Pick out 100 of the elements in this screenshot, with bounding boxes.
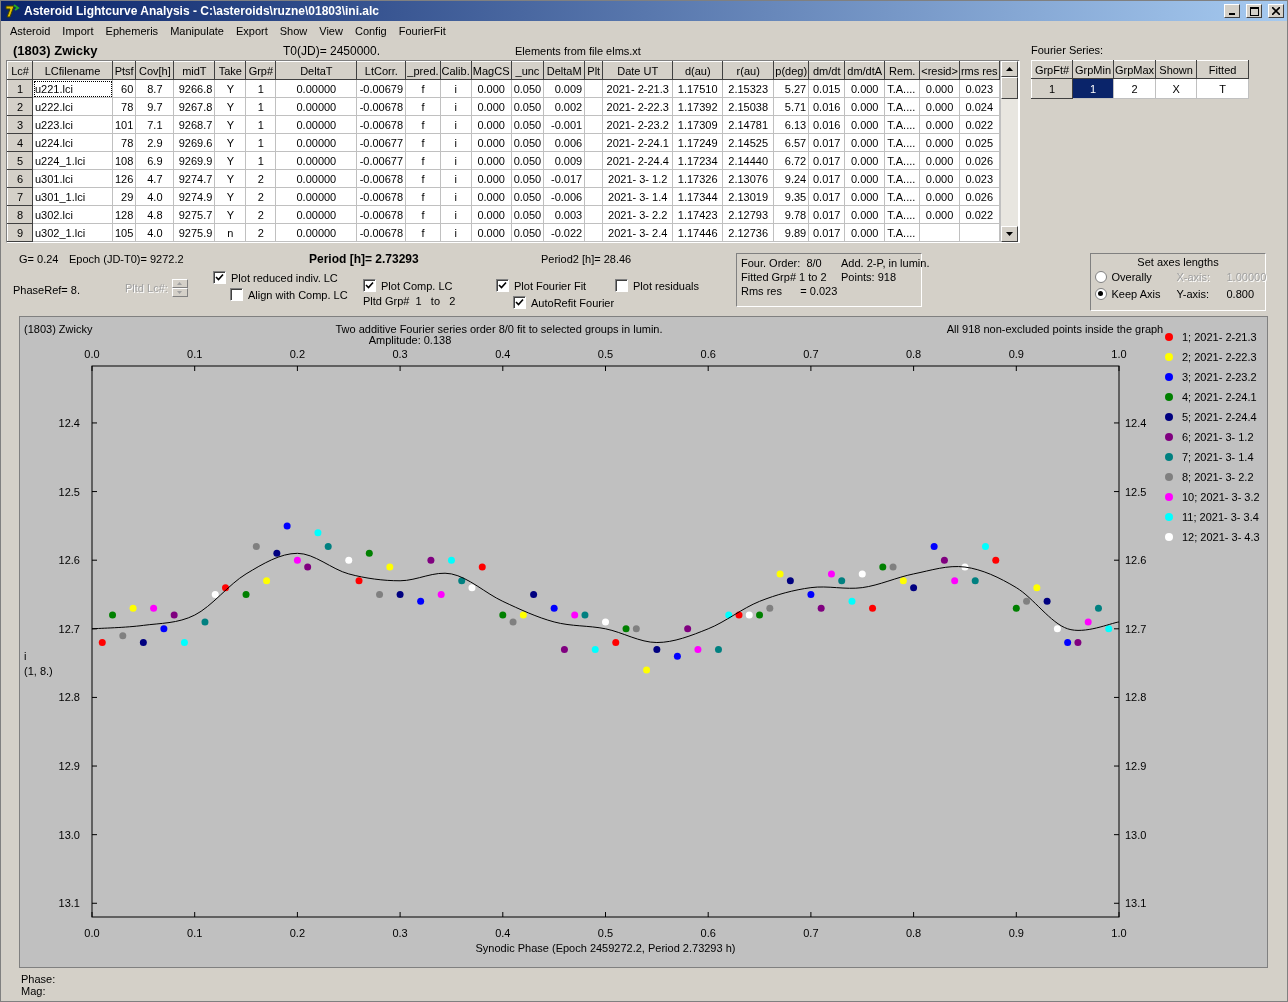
menu-item[interactable]: FourierFit	[392, 25, 452, 37]
menu-item[interactable]: View	[313, 25, 349, 37]
table-cell[interactable]: X	[1155, 78, 1197, 99]
table-cell	[959, 223, 1000, 242]
x-tick-label: 1.0	[1111, 348, 1127, 360]
radio-button[interactable]	[1094, 270, 1107, 283]
point	[211, 591, 219, 598]
column-header[interactable]: MagCS	[471, 61, 512, 80]
point	[119, 632, 127, 640]
table-cell: Y	[214, 169, 246, 188]
checkbox[interactable]: Align with Comp. LC	[230, 287, 348, 302]
column-header[interactable]: rms res	[959, 61, 1000, 80]
minimize-button[interactable]	[1224, 4, 1240, 18]
column-header[interactable]: GrpMin	[1072, 60, 1114, 79]
table-cell: 0.000	[919, 79, 960, 98]
scroll-thumb[interactable]	[1000, 77, 1018, 99]
point	[1033, 584, 1041, 592]
x-tick-label: 0.4	[495, 348, 511, 360]
point	[530, 591, 538, 598]
table-cell: 0.00000	[275, 97, 357, 116]
column-header[interactable]: _unc	[511, 61, 544, 80]
t0-text: T0(JD)= 2450000.	[283, 43, 382, 58]
table-cell: 2.14440	[722, 151, 774, 170]
maximize-button[interactable]	[1246, 4, 1262, 18]
column-header[interactable]: Grp#	[245, 61, 276, 80]
table-cell: 0.009	[543, 79, 585, 98]
column-header[interactable]: <resid>	[919, 61, 960, 80]
table-cell: 8.7	[135, 79, 174, 98]
column-header[interactable]: dm/dt	[808, 61, 845, 80]
table-cell: 0.022	[959, 115, 1000, 134]
table-cell	[584, 187, 603, 206]
column-header[interactable]: _pred.	[405, 61, 441, 80]
menu-item[interactable]: Manipulate	[164, 25, 230, 37]
column-header[interactable]: Lc#	[7, 61, 33, 80]
column-header[interactable]: GrpMax	[1113, 60, 1156, 79]
menu-item[interactable]: Asteroid	[4, 25, 57, 37]
column-header[interactable]: GrpFt#	[1031, 60, 1073, 79]
menu-item[interactable]: Ephemeris	[99, 25, 165, 37]
menu-item[interactable]: Config	[348, 25, 393, 37]
table-cell: 0.000	[919, 169, 960, 188]
table-cell: -0.00678	[356, 205, 406, 224]
column-header[interactable]: Rem.	[884, 61, 920, 80]
table-cell: T.A....	[884, 79, 920, 98]
menu-item[interactable]: Show	[273, 25, 314, 37]
checkbox[interactable]: Plot reduced indiv. LC	[213, 270, 363, 285]
table-cell: 2	[245, 169, 276, 188]
checkbox[interactable]: Plot residuals	[615, 278, 725, 293]
table-cell: 4.0	[135, 223, 174, 242]
checkbox[interactable]: Plot Comp. LC	[363, 278, 453, 293]
table-cell[interactable]: 2	[1113, 78, 1156, 99]
table-cell: 6.13	[773, 115, 809, 134]
table-cell: i	[440, 169, 472, 188]
row-header[interactable]: 1	[1031, 78, 1073, 99]
table-cell: Y	[214, 205, 246, 224]
column-header[interactable]: Ptsf	[112, 61, 136, 80]
column-header[interactable]: Date UT	[602, 61, 673, 80]
spinner[interactable]	[171, 279, 188, 297]
table-cell: Y	[214, 187, 246, 206]
table-cell: 0.017	[808, 151, 845, 170]
y-tick-label: 12.5	[58, 485, 80, 498]
table-cell: 0.000	[471, 187, 512, 206]
table-cell[interactable]: T	[1196, 78, 1249, 99]
table-cell: -0.00679	[356, 79, 406, 98]
table-cell: 1.17326	[672, 169, 723, 188]
checkbox[interactable]: Plot Fourier Fit	[496, 278, 615, 293]
column-header[interactable]: d(au)	[672, 61, 723, 80]
radio-label: Keep Axis	[1111, 287, 1161, 300]
table-cell: 0.050	[511, 115, 544, 134]
table-cell: 2.15323	[722, 79, 774, 98]
column-header[interactable]: dm/dtA	[844, 61, 885, 80]
table-cell: 0.022	[959, 205, 1000, 224]
column-header[interactable]: LtCorr.	[356, 61, 406, 80]
column-header[interactable]: DeltaT	[275, 61, 357, 80]
menu-item[interactable]: Export	[229, 25, 274, 37]
x-tick-label: 0.4	[495, 927, 511, 939]
column-header[interactable]: DeltaM	[543, 61, 585, 80]
checkbox[interactable]: AutoRefit Fourier	[513, 295, 615, 310]
table-cell: f	[405, 187, 441, 206]
close-button[interactable]	[1268, 4, 1284, 18]
axis-note: (1, 8.)	[24, 665, 53, 677]
column-header[interactable]: Cov[h]	[135, 61, 174, 80]
table-cell: 0.000	[844, 169, 885, 188]
menu-item[interactable]: Import	[56, 25, 100, 37]
table-cell: u301_1.lci	[32, 187, 113, 206]
column-header[interactable]: Take	[214, 61, 246, 80]
column-header[interactable]: midT	[173, 61, 215, 80]
table-cell: 6.72	[773, 151, 809, 170]
radio-button[interactable]	[1094, 287, 1107, 300]
table-cell: i	[440, 187, 472, 206]
column-header[interactable]: r(au)	[722, 61, 774, 80]
point	[714, 645, 722, 653]
column-header[interactable]: p(deg)	[773, 61, 809, 80]
column-header[interactable]: Calib.	[440, 61, 472, 80]
column-header[interactable]: Shown	[1155, 60, 1197, 79]
column-header[interactable]: Fitted	[1196, 60, 1249, 79]
table-cell: -0.00678	[356, 169, 406, 188]
point	[643, 666, 651, 674]
point	[930, 542, 938, 550]
x-tick-label: 0.1	[187, 348, 203, 360]
column-header[interactable]: LCfilename	[32, 61, 113, 80]
